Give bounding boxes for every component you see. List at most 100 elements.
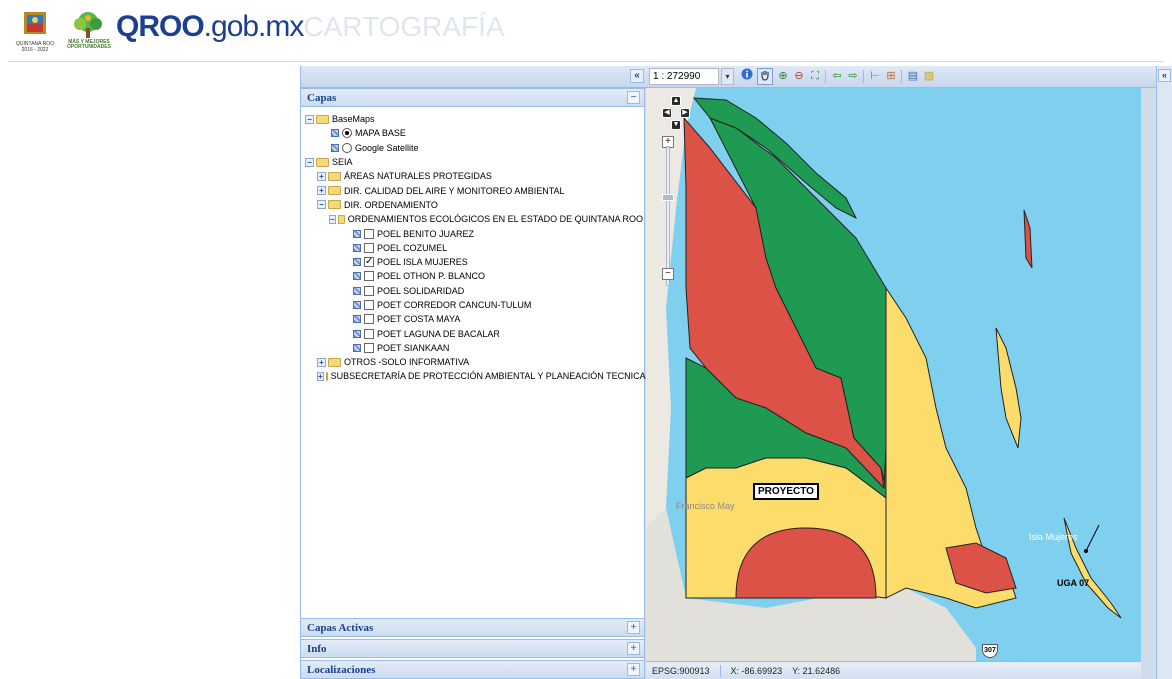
tree-layer-row[interactable]: POET COSTA MAYA xyxy=(305,312,643,326)
next-view-icon[interactable]: ⇨ xyxy=(845,68,861,85)
layer-checkbox[interactable] xyxy=(364,342,374,353)
state-shield-logo xyxy=(24,12,46,34)
folder-icon xyxy=(316,157,329,167)
scale-dropdown-button[interactable]: ▾ xyxy=(721,68,734,85)
zoom-out-icon[interactable]: ⊖ xyxy=(791,68,807,85)
expand-icon[interactable]: + xyxy=(317,357,326,367)
tree-node-google-satellite[interactable]: Google Satellite xyxy=(305,141,643,155)
zoom-bar[interactable] xyxy=(666,146,670,286)
localizaciones-expand-button[interactable]: + xyxy=(627,663,640,676)
tree-node-dir-calidad[interactable]: + DIR. CALIDAD DEL AIRE Y MONITOREO AMBIE… xyxy=(305,183,643,197)
tree-node-ordenamientos[interactable]: − ORDENAMIENTOS ECOLÓGICOS EN EL ESTADO D… xyxy=(305,212,643,226)
tree-logo xyxy=(74,12,102,38)
measure-area-icon[interactable]: ⊞ xyxy=(883,68,899,85)
capas-header[interactable]: Capas − xyxy=(301,88,644,107)
expand-icon[interactable]: + xyxy=(317,371,324,381)
tree-layer-row[interactable]: POET LAGUNA DE BACALAR xyxy=(305,326,643,340)
layer-checkbox[interactable] xyxy=(364,242,374,253)
info-expand-button[interactable]: + xyxy=(627,642,640,655)
brand-qroo: QROO xyxy=(116,10,205,43)
tree-node-otros[interactable]: + OTROS -SOLO INFORMATIVA xyxy=(305,355,643,369)
layer-icon xyxy=(353,286,361,295)
zoom-extent-icon[interactable]: ⛶ xyxy=(807,68,823,85)
layer-checkbox[interactable] xyxy=(364,300,374,310)
previous-view-icon[interactable]: ⇦ xyxy=(829,68,845,85)
localizaciones-header[interactable]: Localizaciones + xyxy=(301,660,644,679)
expand-icon[interactable]: + xyxy=(317,186,326,196)
pan-up-icon[interactable]: ▲ xyxy=(671,96,681,106)
toolbar-separator xyxy=(901,70,902,83)
tree-layer-row[interactable]: ✓ POEL ISLA MUJERES xyxy=(305,255,643,269)
tree-node-dir-ordenamiento[interactable]: − DIR. ORDENAMIENTO xyxy=(305,198,643,212)
pan-left-icon[interactable]: ◀ xyxy=(662,108,672,118)
layer-icon xyxy=(353,258,361,267)
node-label: MAPA BASE xyxy=(355,128,406,139)
tree-layer-row[interactable]: POEL COZUMEL xyxy=(305,241,643,255)
info-header[interactable]: Info + xyxy=(301,639,644,658)
tree-node-basemaps[interactable]: − BaseMaps xyxy=(305,112,643,126)
google-satellite-radio[interactable] xyxy=(342,142,352,153)
collapse-icon[interactable]: − xyxy=(305,157,314,167)
mapa-base-radio[interactable] xyxy=(342,128,352,139)
scale-select[interactable]: 1 : 272990 xyxy=(649,68,719,85)
status-separator xyxy=(719,664,721,677)
pan-hand-icon[interactable] xyxy=(757,68,773,85)
layer-icon xyxy=(353,229,361,238)
expand-right-panel-button[interactable]: « xyxy=(1158,69,1171,82)
layer-icon xyxy=(353,243,361,252)
zoom-slider-handle[interactable] xyxy=(662,194,674,201)
layer-checkbox[interactable] xyxy=(364,314,374,325)
legend-icon[interactable]: ▧ xyxy=(921,68,937,85)
capas-collapse-button[interactable]: − xyxy=(627,91,640,104)
proyecto-label: PROYECTO xyxy=(753,483,819,500)
capas-activas-title: Capas Activas xyxy=(307,622,374,634)
zone-yellow-island[interactable] xyxy=(995,327,1022,449)
proyecto-point xyxy=(1084,549,1088,553)
layer-checkbox-checked[interactable]: ✓ xyxy=(364,257,374,268)
zoom-minus-button[interactable]: − xyxy=(662,268,674,280)
collapse-icon[interactable]: − xyxy=(305,114,314,124)
site-brand[interactable]: QROO.gob.mxCARTOGRAFÍA xyxy=(116,10,505,44)
tree-layer-row[interactable]: POET SIANKAAN xyxy=(305,341,643,355)
right-collapsed-panel: « xyxy=(1156,66,1172,679)
node-label: ÁREAS NATURALES PROTEGIDAS xyxy=(344,171,492,182)
uga-label: UGA 07 xyxy=(1057,578,1090,588)
pan-down-icon[interactable]: ▼ xyxy=(671,120,681,130)
capas-title: Capas xyxy=(307,92,337,104)
node-label: DIR. CALIDAD DEL AIRE Y MONITOREO AMBIEN… xyxy=(344,185,565,196)
zone-red-island[interactable] xyxy=(1023,209,1033,269)
tree-layer-row[interactable]: POEL OTHON P. BLANCO xyxy=(305,269,643,283)
layer-icon xyxy=(353,272,361,281)
layer-label: POET SIANKAAN xyxy=(377,342,450,353)
layer-checkbox[interactable] xyxy=(364,271,374,282)
x-coordinate-readout: X: -86.69923 xyxy=(730,665,783,676)
tree-node-subsecretaria[interactable]: + SUBSECRETARÍA DE PROTECCIÓN AMBIENTAL Y… xyxy=(305,369,646,383)
collapse-icon[interactable]: − xyxy=(329,214,336,224)
layer-icon xyxy=(353,301,361,309)
print-icon[interactable]: ▤ xyxy=(905,68,921,85)
pan-right-icon[interactable]: ▶ xyxy=(680,108,690,118)
tree-node-mapa-base[interactable]: MAPA BASE xyxy=(305,126,643,140)
capas-activas-expand-button[interactable]: + xyxy=(627,621,640,634)
map-canvas[interactable]: ▲ ◀ ▶ ▼ + − Francisco May Isla Mujeres U… xyxy=(646,88,1141,661)
layer-checkbox[interactable] xyxy=(364,285,374,296)
layer-label: POEL COZUMEL xyxy=(377,242,448,253)
capas-activas-header[interactable]: Capas Activas + xyxy=(301,618,644,637)
collapse-panel-button[interactable]: « xyxy=(630,69,644,83)
tree-layer-row[interactable]: POEL BENITO JUAREZ xyxy=(305,226,643,240)
tree-layer-row[interactable]: POEL SOLIDARIDAD xyxy=(305,284,643,298)
zoom-in-icon[interactable]: ⊕ xyxy=(775,68,791,85)
measure-length-icon[interactable]: ⊢ xyxy=(867,68,883,85)
tree-layer-row[interactable]: POET CORREDOR CANCUN-TULUM xyxy=(305,298,643,312)
folder-icon xyxy=(328,186,341,196)
layer-checkbox[interactable] xyxy=(364,328,374,339)
map-status-bar: EPSG:900913 X: -86.69923 Y: 21.62486 xyxy=(646,661,1141,679)
collapse-icon[interactable]: − xyxy=(317,200,326,210)
layer-checkbox[interactable] xyxy=(364,228,374,239)
tree-node-seia[interactable]: − SEIA xyxy=(305,155,643,169)
layer-label: POEL SOLIDARIDAD xyxy=(377,285,465,296)
expand-icon[interactable]: + xyxy=(317,171,326,181)
map-toolbar: « 1 : 272990 ▾ ⊕ ⊖ ⛶ ⇦ ⇨ ⊢ ⊞ ▤ ▧ xyxy=(301,66,1157,88)
tree-node-areas-naturales[interactable]: + ÁREAS NATURALES PROTEGIDAS xyxy=(305,169,643,183)
info-icon[interactable] xyxy=(739,68,755,85)
